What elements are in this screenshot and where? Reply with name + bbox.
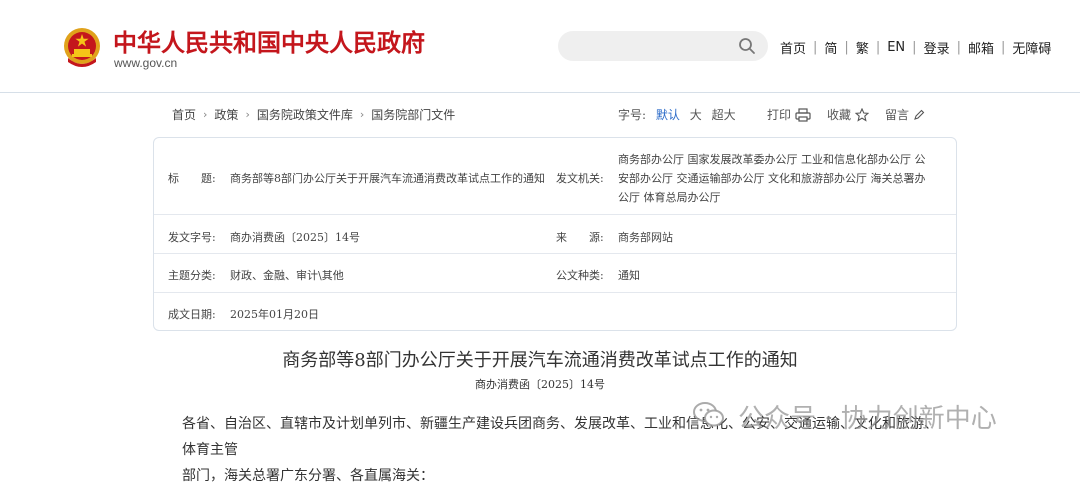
nav-separator: | [844,40,849,55]
info-row-divider [154,292,956,293]
info-row-divider [154,253,956,254]
issuer-value-line: 安部办公厅 交通运输部办公厅 文化和旅游部办公厅 海关总署办 [618,172,926,185]
nav-accessibility[interactable]: 无障碍 [1012,38,1051,57]
chevron-right-icon: › [245,108,250,121]
nav-simplified[interactable]: 简 [824,38,837,57]
nav-english[interactable]: EN [887,40,905,55]
doc-number-label: 发文字号: [168,231,216,244]
issuer-label: 发文机关: [556,172,604,185]
article-tools: 打印 收藏 留言 [767,106,941,123]
body-line: 部门，海关总署广东分署、各直属海关： [182,468,434,484]
font-size-large[interactable]: 大 [690,108,702,122]
breadcrumb: 首页 › 政策 › 国务院政策文件库 › 国务院部门文件 [172,106,455,123]
nav-traditional[interactable]: 繁 [856,38,869,57]
date-label: 成文日期: [168,308,216,321]
wechat-icon [693,402,724,427]
breadcrumb-policy-library[interactable]: 国务院政策文件库 [257,106,353,123]
source-value: 商务部网站 [618,231,673,244]
search-input[interactable] [558,31,768,61]
national-emblem-logo[interactable] [62,26,102,70]
breadcrumb-home[interactable]: 首页 [172,106,196,123]
date-value: 2025年01月20日 [230,308,319,321]
issuer-value-line: 商务部办公厅 国家发展改革委办公厅 工业和信息化部办公厅 公 [618,153,926,166]
search-icon[interactable] [738,37,756,55]
header-divider [0,92,1080,93]
breadcrumb-policy[interactable]: 政策 [214,106,238,123]
source-label: 来 源: [556,231,604,244]
site-url: www.gov.cn [114,56,178,70]
site-title[interactable]: 中华人民共和国中央人民政府 [113,23,425,58]
title-label: 标 题: [168,172,216,185]
nav-separator: | [813,40,818,55]
doc-type-value: 通知 [618,269,640,282]
topic-value: 财政、金融、审计\其他 [230,269,344,282]
pencil-icon [914,109,925,120]
nav-mailbox[interactable]: 邮箱 [968,38,994,57]
breadcrumb-department-docs[interactable]: 国务院部门文件 [371,106,455,123]
doc-number-value: 商办消费函〔2025〕14号 [230,231,360,244]
print-button[interactable]: 打印 [767,106,811,123]
chevron-right-icon: › [203,108,208,121]
document-title: 商务部等8部门办公厅关于开展汽车流通消费改革试点工作的通知 [282,350,798,371]
star-icon [855,107,870,122]
title-value: 商务部等8部门办公厅关于开展汽车流通消费改革试点工作的通知 [230,172,545,185]
top-nav: 首页 | 简 | 繁 | EN | 登录 | 邮箱 | 无障碍 [780,38,1051,57]
doc-type-label: 公文种类: [556,269,604,282]
printer-icon [795,107,811,122]
font-size-label: 字号: [618,108,647,122]
nav-separator: | [912,40,917,55]
document-number: 商办消费函〔2025〕14号 [475,378,605,391]
watermark-text: 公众号 · 协力创新中心 [738,404,997,434]
info-row-divider [154,214,956,215]
favorite-button[interactable]: 收藏 [827,106,870,123]
font-size-xlarge[interactable]: 超大 [712,108,736,122]
nav-separator: | [1000,40,1006,55]
issuer-value-line: 公厅 体育总局办公厅 [618,191,721,204]
comment-label: 留言 [885,108,910,122]
nav-separator: | [956,40,961,55]
font-size-default[interactable]: 默认 [656,108,680,122]
nav-login[interactable]: 登录 [924,38,950,57]
favorite-label: 收藏 [827,108,852,122]
font-size-selector: 字号: 默认 大 超大 [618,106,736,123]
chevron-right-icon: › [359,108,365,121]
nav-home[interactable]: 首页 [780,38,806,57]
nav-separator: | [875,40,881,55]
comment-button[interactable]: 留言 [885,106,925,123]
print-label: 打印 [767,108,792,122]
topic-label: 主题分类: [168,269,216,282]
